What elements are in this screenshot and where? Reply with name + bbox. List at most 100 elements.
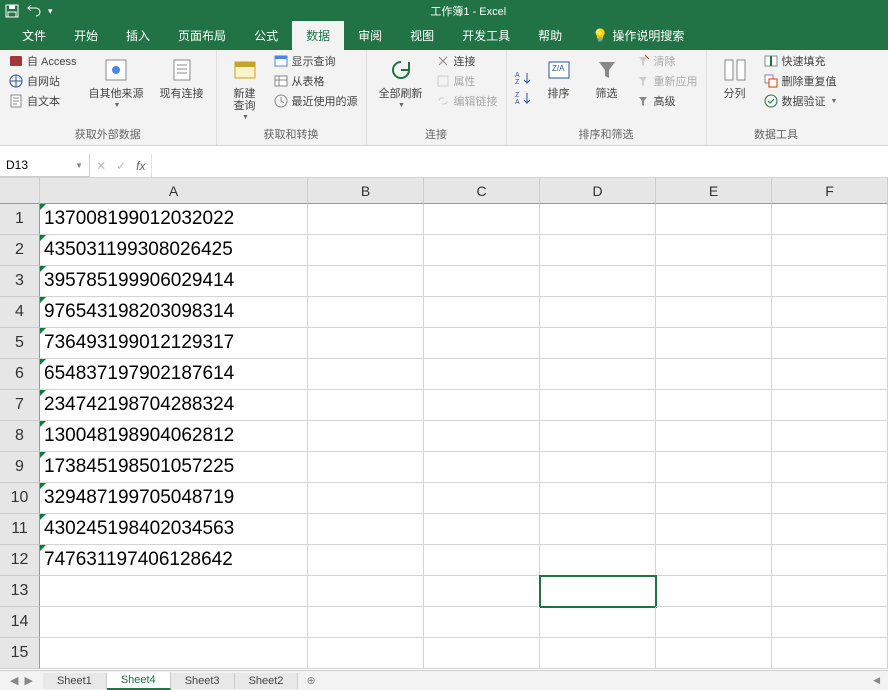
- cell-F11[interactable]: [772, 514, 888, 545]
- cell-F9[interactable]: [772, 452, 888, 483]
- recent-sources-button[interactable]: 最近使用的源: [271, 92, 360, 110]
- cell-B13[interactable]: [308, 576, 424, 607]
- name-box-dropdown-icon[interactable]: ▼: [75, 161, 83, 170]
- row-header-9[interactable]: 9: [0, 452, 40, 483]
- cell-C13[interactable]: [424, 576, 540, 607]
- from-web-button[interactable]: 自网站: [6, 72, 79, 90]
- row-header-6[interactable]: 6: [0, 359, 40, 390]
- column-header-B[interactable]: B: [308, 178, 424, 204]
- tab-help[interactable]: 帮助: [524, 21, 576, 50]
- cell-E13[interactable]: [656, 576, 772, 607]
- cell-A10[interactable]: 329487199705048719: [40, 483, 308, 514]
- cell-D9[interactable]: [540, 452, 656, 483]
- cell-D14[interactable]: [540, 607, 656, 638]
- sort-button[interactable]: Z/A 排序: [537, 52, 581, 124]
- cell-E6[interactable]: [656, 359, 772, 390]
- sheet-prev-icon[interactable]: ◀: [10, 674, 18, 687]
- cell-D6[interactable]: [540, 359, 656, 390]
- cell-B3[interactable]: [308, 266, 424, 297]
- row-header-13[interactable]: 13: [0, 576, 40, 607]
- cell-B10[interactable]: [308, 483, 424, 514]
- row-header-5[interactable]: 5: [0, 328, 40, 359]
- cell-A8[interactable]: 130048198904062812: [40, 421, 308, 452]
- cell-E3[interactable]: [656, 266, 772, 297]
- cell-B1[interactable]: [308, 204, 424, 235]
- cell-B9[interactable]: [308, 452, 424, 483]
- row-header-10[interactable]: 10: [0, 483, 40, 514]
- tab-data[interactable]: 数据: [292, 21, 344, 50]
- cell-F14[interactable]: [772, 607, 888, 638]
- cell-C2[interactable]: [424, 235, 540, 266]
- cell-D3[interactable]: [540, 266, 656, 297]
- cell-A2[interactable]: 435031199308026425: [40, 235, 308, 266]
- cell-B14[interactable]: [308, 607, 424, 638]
- cell-A6[interactable]: 654837197902187614: [40, 359, 308, 390]
- tab-dev[interactable]: 开发工具: [448, 21, 524, 50]
- cell-F5[interactable]: [772, 328, 888, 359]
- from-text-button[interactable]: 自文本: [6, 92, 79, 110]
- cell-E12[interactable]: [656, 545, 772, 576]
- cell-B11[interactable]: [308, 514, 424, 545]
- row-header-1[interactable]: 1: [0, 204, 40, 235]
- cell-D8[interactable]: [540, 421, 656, 452]
- cell-A15[interactable]: [40, 638, 308, 669]
- row-header-15[interactable]: 15: [0, 638, 40, 669]
- tab-formulas[interactable]: 公式: [240, 21, 292, 50]
- cell-E2[interactable]: [656, 235, 772, 266]
- cell-E9[interactable]: [656, 452, 772, 483]
- cell-F15[interactable]: [772, 638, 888, 669]
- cell-F13[interactable]: [772, 576, 888, 607]
- cell-F1[interactable]: [772, 204, 888, 235]
- cell-B4[interactable]: [308, 297, 424, 328]
- add-sheet-button[interactable]: ⊕: [298, 674, 323, 687]
- sheet-next-icon[interactable]: ▶: [24, 674, 32, 687]
- from-other-sources-button[interactable]: 自其他来源 ▼: [83, 52, 150, 124]
- sheet-scroll-hint-icon[interactable]: ◀: [865, 675, 888, 686]
- sheet-tab-sheet2[interactable]: Sheet2: [235, 673, 299, 689]
- edit-links-button[interactable]: 编辑链接: [433, 92, 500, 110]
- clear-filter-button[interactable]: 清除: [633, 52, 700, 70]
- sort-az-button[interactable]: AZ: [513, 69, 533, 87]
- cell-C14[interactable]: [424, 607, 540, 638]
- tab-insert[interactable]: 插入: [112, 21, 164, 50]
- cell-A12[interactable]: 747631197406128642: [40, 545, 308, 576]
- cell-C10[interactable]: [424, 483, 540, 514]
- cell-B12[interactable]: [308, 545, 424, 576]
- fx-icon[interactable]: fx: [136, 159, 145, 173]
- cell-B15[interactable]: [308, 638, 424, 669]
- cell-B5[interactable]: [308, 328, 424, 359]
- cell-E4[interactable]: [656, 297, 772, 328]
- row-header-4[interactable]: 4: [0, 297, 40, 328]
- cell-A1[interactable]: 137008199012032022: [40, 204, 308, 235]
- sheet-tab-sheet3[interactable]: Sheet3: [171, 673, 235, 689]
- existing-connections-button[interactable]: 现有连接: [154, 52, 210, 124]
- cell-A3[interactable]: 395785199906029414: [40, 266, 308, 297]
- refresh-all-button[interactable]: 全部刷新 ▼: [373, 52, 429, 124]
- cell-A11[interactable]: 430245198402034563: [40, 514, 308, 545]
- cell-D13[interactable]: [540, 576, 656, 607]
- cell-E5[interactable]: [656, 328, 772, 359]
- cell-E10[interactable]: [656, 483, 772, 514]
- sheet-tab-sheet4[interactable]: Sheet4: [107, 672, 171, 690]
- cell-B2[interactable]: [308, 235, 424, 266]
- cell-D1[interactable]: [540, 204, 656, 235]
- enter-icon[interactable]: ✓: [116, 159, 126, 173]
- formula-input[interactable]: [152, 154, 888, 177]
- cell-A14[interactable]: [40, 607, 308, 638]
- cell-C8[interactable]: [424, 421, 540, 452]
- column-header-C[interactable]: C: [424, 178, 540, 204]
- row-header-3[interactable]: 3: [0, 266, 40, 297]
- cancel-icon[interactable]: ✕: [96, 159, 106, 173]
- from-access-button[interactable]: 自 Access: [6, 52, 79, 70]
- cell-B7[interactable]: [308, 390, 424, 421]
- cell-A9[interactable]: 173845198501057225: [40, 452, 308, 483]
- cell-B6[interactable]: [308, 359, 424, 390]
- row-header-2[interactable]: 2: [0, 235, 40, 266]
- cell-A5[interactable]: 736493199012129317: [40, 328, 308, 359]
- cell-A4[interactable]: 976543198203098314: [40, 297, 308, 328]
- cell-C5[interactable]: [424, 328, 540, 359]
- cell-C15[interactable]: [424, 638, 540, 669]
- data-validation-button[interactable]: 数据验证 ▼: [761, 92, 840, 110]
- cell-C11[interactable]: [424, 514, 540, 545]
- cell-C12[interactable]: [424, 545, 540, 576]
